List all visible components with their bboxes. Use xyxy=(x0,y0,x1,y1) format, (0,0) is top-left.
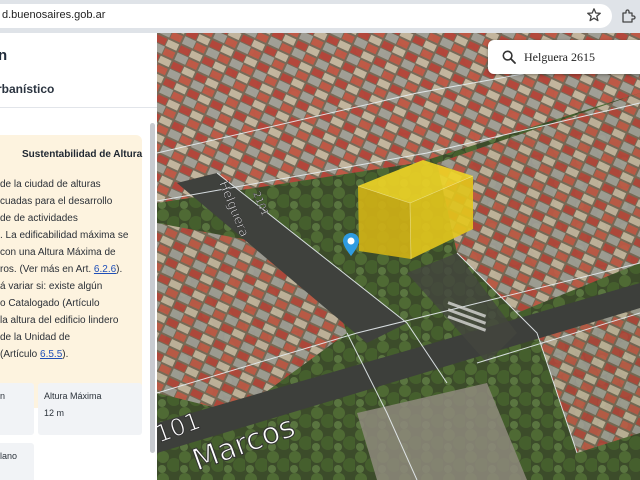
info-line: de la Unidad de xyxy=(0,332,71,343)
article-link-626[interactable]: 6.2.6 xyxy=(94,264,116,275)
info-line: . La edificabilidad máxima se xyxy=(0,230,129,241)
info-line: cuadas para el desarrollo xyxy=(0,196,113,207)
article-link-655[interactable]: 6.5.5 xyxy=(40,349,62,360)
divider xyxy=(0,107,157,108)
info-line: la altura del edificio lindero xyxy=(0,315,119,326)
info-line: de de actividades xyxy=(0,213,78,224)
location-pin-icon[interactable] xyxy=(343,233,359,257)
building-volume-3d[interactable] xyxy=(157,33,640,480)
info-line-with-link: (Artículo 6.5.5). xyxy=(0,349,68,360)
tile-altura-maxima: Altura Máxima 12 m xyxy=(38,383,142,435)
info-line: o Catalogado (Artículo xyxy=(0,298,100,309)
bookmark-star-icon[interactable] xyxy=(586,7,602,23)
url-text: d.buenosaires.gob.ar xyxy=(2,9,106,21)
info-line: de la ciudad de alturas xyxy=(0,179,101,190)
section-heading-urbanistico: rbanístico xyxy=(0,82,55,96)
sidebar-scrollbar[interactable] xyxy=(150,123,155,453)
info-card-sustentabilidad: Sustentabilidad de Altura de la ciudad d… xyxy=(0,135,142,408)
info-line: á variar si: existe algún xyxy=(0,281,103,292)
info-line-text: ros. (Ver más en Art. xyxy=(0,264,94,275)
tile-label: n xyxy=(0,391,6,401)
info-line-suffix: ). xyxy=(116,264,123,275)
sidebar-panel: n rbanístico Sustentabilidad de Altura d… xyxy=(0,33,157,480)
info-line-suffix: ). xyxy=(62,349,69,360)
browser-chrome: d.buenosaires.gob.ar xyxy=(0,0,640,33)
address-bar[interactable]: d.buenosaires.gob.ar xyxy=(0,4,612,28)
extensions-puzzle-icon[interactable] xyxy=(620,8,636,24)
sidebar-title: n xyxy=(0,47,8,64)
info-card-title: Sustentabilidad de Altura xyxy=(22,149,143,160)
info-line-text: (Artículo xyxy=(0,349,41,360)
map-3d-view[interactable]: Helguera 2101 Marcos 101 xyxy=(157,33,640,480)
address-search-box[interactable]: Helguera 2615 xyxy=(488,40,640,74)
search-icon xyxy=(502,50,516,64)
tile-cut-left: n xyxy=(0,383,34,435)
tile-value: 12 m xyxy=(44,408,65,418)
tile-label: Altura Máxima xyxy=(44,391,102,401)
tile-plano: lano xyxy=(0,443,34,480)
tile-label: lano xyxy=(0,451,18,461)
info-line: con una Altura Máxima de xyxy=(0,247,116,258)
search-input[interactable]: Helguera 2615 xyxy=(524,50,595,65)
info-line-with-link: ros. (Ver más en Art. 6.2.6). xyxy=(0,264,122,275)
